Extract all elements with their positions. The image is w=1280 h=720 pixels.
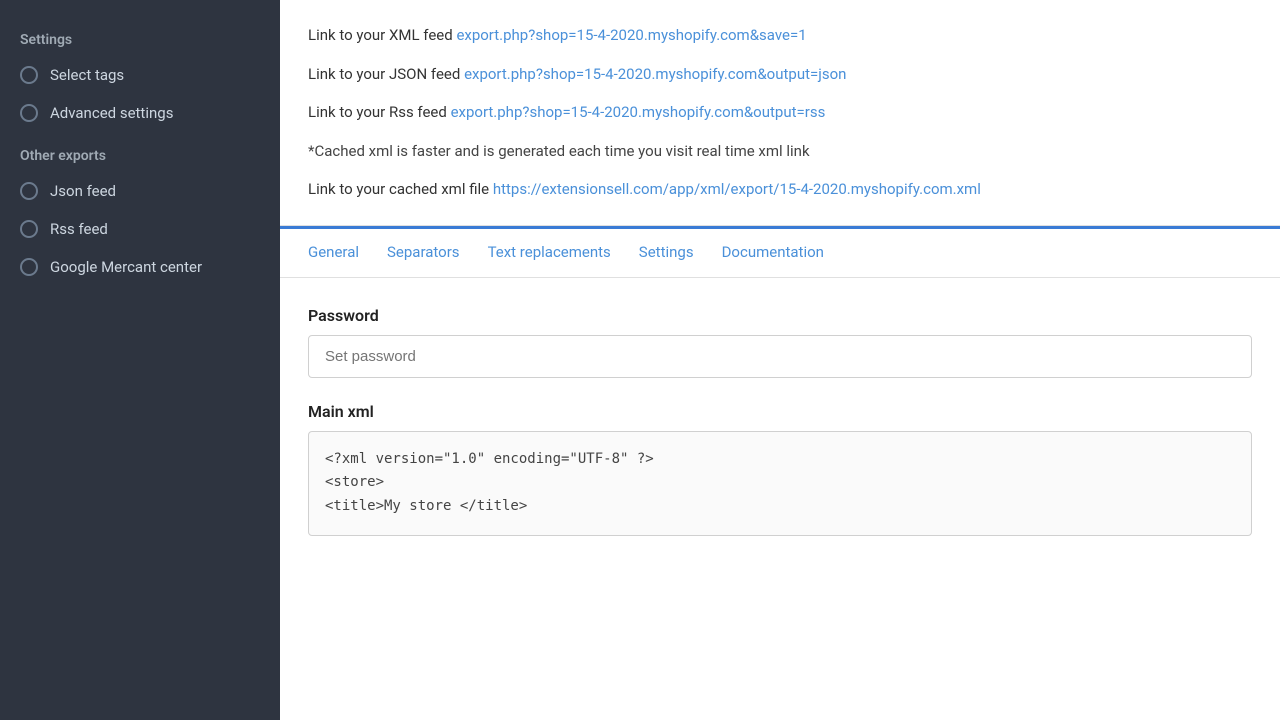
xml-feed-link[interactable]: export.php?shop=15-4-2020.myshopify.com&… [456, 26, 806, 44]
sidebar-item-json-feed[interactable]: Json feed [0, 172, 280, 210]
xml-feed-prefix: Link to your XML feed [308, 26, 453, 44]
cached-prefix: Link to your cached xml file [308, 180, 489, 198]
json-feed-prefix: Link to your JSON feed [308, 65, 460, 83]
sidebar-item-advanced-settings[interactable]: Advanced settings [0, 94, 280, 132]
radio-google-mercant [20, 258, 38, 276]
tab-general[interactable]: General [308, 229, 359, 278]
sidebar-label-advanced-settings: Advanced settings [50, 104, 173, 122]
sidebar-label-rss-feed: Rss feed [50, 220, 108, 238]
rss-feed-row: Link to your Rss feed export.php?shop=15… [308, 101, 1252, 124]
tab-settings[interactable]: Settings [639, 229, 694, 278]
feed-panel: Link to your XML feed export.php?shop=15… [280, 0, 1280, 226]
sidebar-label-json-feed: Json feed [50, 182, 116, 200]
json-feed-link[interactable]: export.php?shop=15-4-2020.myshopify.com&… [464, 65, 846, 83]
rss-feed-prefix: Link to your Rss feed [308, 103, 447, 121]
password-section: Password [308, 306, 1252, 378]
xml-content-box: <?xml version="1.0" encoding="UTF-8" ?> … [308, 431, 1252, 536]
radio-json-feed [20, 182, 38, 200]
main-content: Link to your XML feed export.php?shop=15… [280, 0, 1280, 720]
sidebar-item-rss-feed[interactable]: Rss feed [0, 210, 280, 248]
other-exports-section-title: Other exports [0, 132, 280, 172]
main-xml-section: Main xml <?xml version="1.0" encoding="U… [308, 402, 1252, 536]
sidebar: Settings Select tags Advanced settings O… [0, 0, 280, 720]
radio-rss-feed [20, 220, 38, 238]
main-xml-label: Main xml [308, 402, 1252, 421]
password-input[interactable] [308, 335, 1252, 378]
json-feed-row: Link to your JSON feed export.php?shop=1… [308, 63, 1252, 86]
radio-advanced-settings [20, 104, 38, 122]
settings-section-title: Settings [0, 16, 280, 56]
sidebar-label-select-tags: Select tags [50, 66, 124, 84]
xml-feed-row: Link to your XML feed export.php?shop=15… [308, 24, 1252, 47]
radio-select-tags [20, 66, 38, 84]
cached-xml-row: Link to your cached xml file https://ext… [308, 178, 1252, 201]
tab-text-replacements[interactable]: Text replacements [488, 229, 611, 278]
xml-line-1: <?xml version="1.0" encoding="UTF-8" ?> [325, 448, 1235, 472]
cached-xml-link[interactable]: https://extensionsell.com/app/xml/export… [493, 180, 981, 198]
tab-documentation[interactable]: Documentation [722, 229, 824, 278]
sidebar-label-google-mercant: Google Mercant center [50, 258, 202, 276]
tab-bar: General Separators Text replacements Set… [280, 226, 1280, 278]
cache-note: *Cached xml is faster and is generated e… [308, 142, 810, 160]
rss-feed-link[interactable]: export.php?shop=15-4-2020.myshopify.com&… [451, 103, 826, 121]
xml-line-3: <title>My store </title> [325, 495, 1235, 519]
tab-separators[interactable]: Separators [387, 229, 460, 278]
xml-line-2: <store> [325, 471, 1235, 495]
cache-note-row: *Cached xml is faster and is generated e… [308, 140, 1252, 163]
settings-panel: Password Main xml <?xml version="1.0" en… [280, 278, 1280, 720]
sidebar-item-google-mercant[interactable]: Google Mercant center [0, 248, 280, 286]
sidebar-item-select-tags[interactable]: Select tags [0, 56, 280, 94]
password-label: Password [308, 306, 1252, 325]
